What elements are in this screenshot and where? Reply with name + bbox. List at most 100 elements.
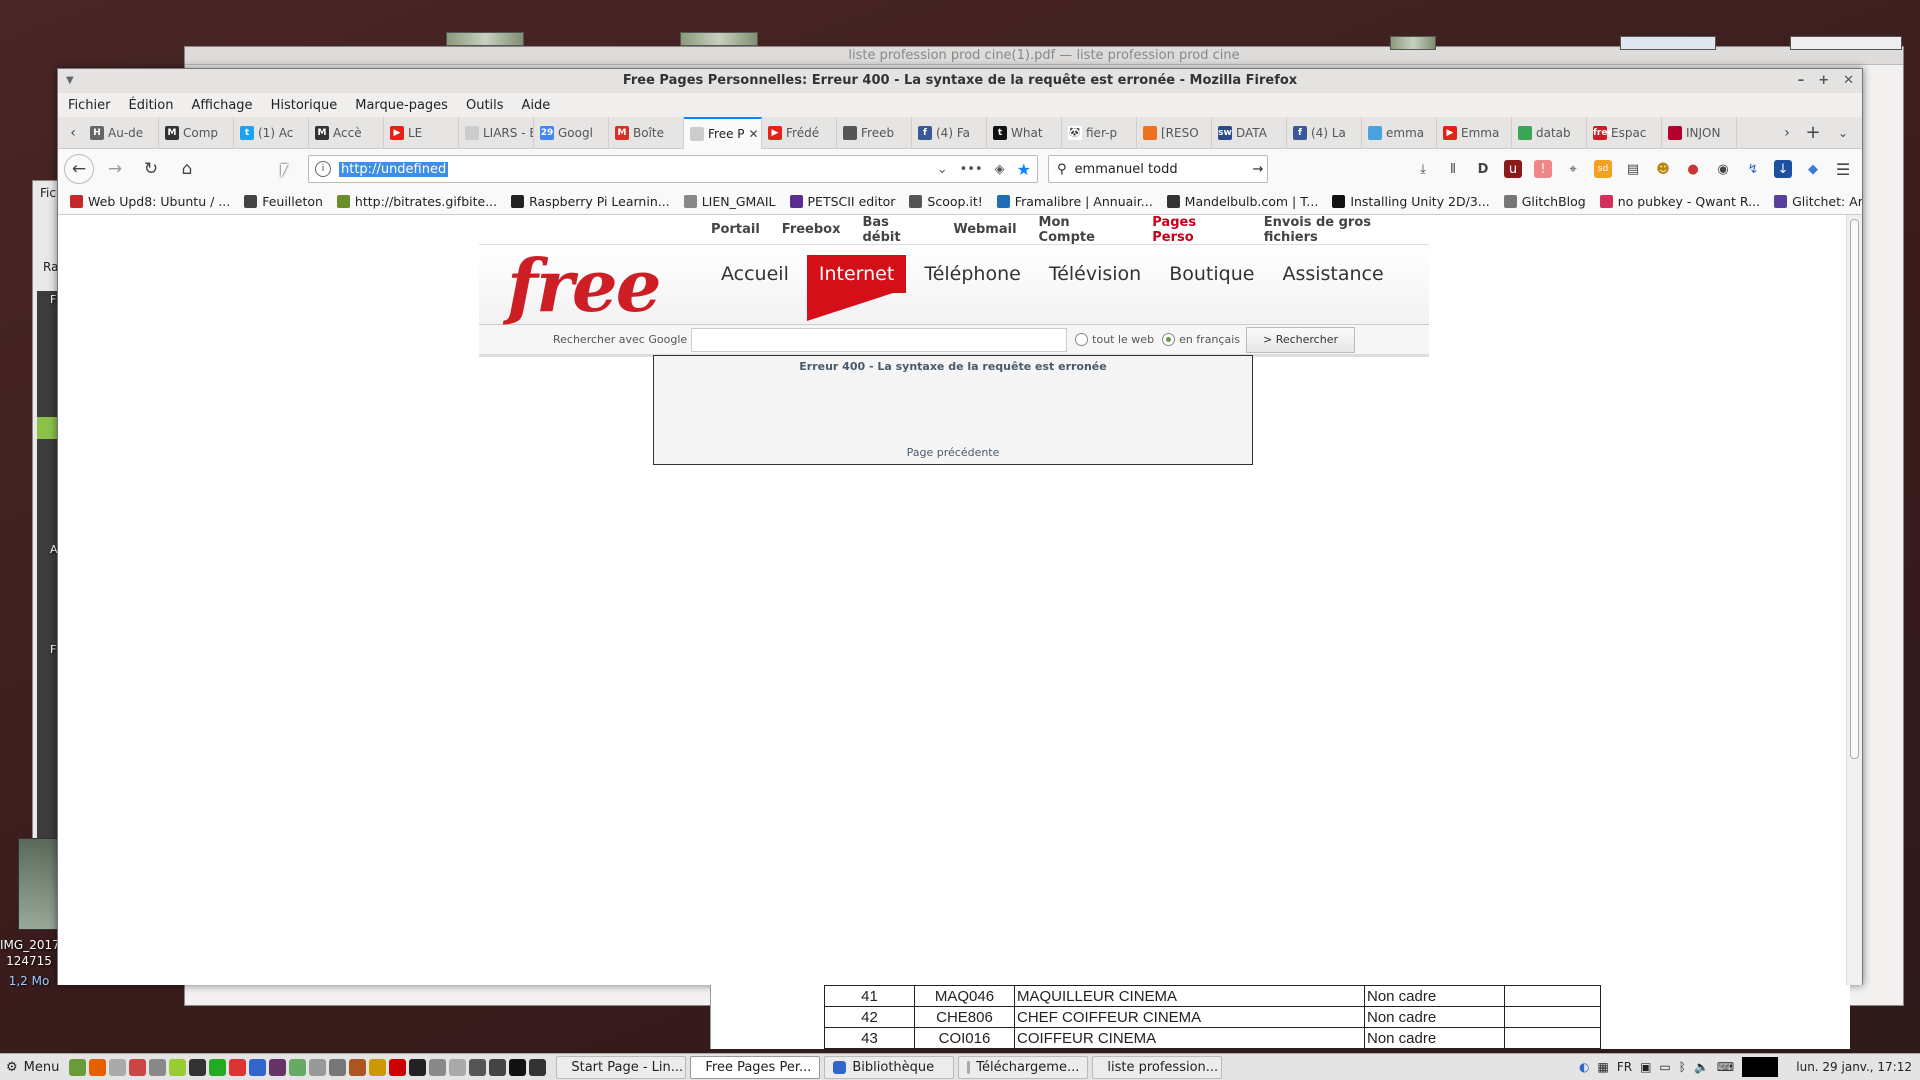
radio-french[interactable] <box>1162 333 1176 346</box>
launcher-icon[interactable] <box>329 1058 347 1076</box>
launcher-icon[interactable] <box>249 1058 267 1076</box>
bookmark-item[interactable]: http://bitrates.gifbite... <box>336 194 497 209</box>
nav-item[interactable]: Internet <box>806 255 907 321</box>
nav-item[interactable]: Télévision <box>1039 255 1151 293</box>
tab[interactable]: H Au-de <box>84 116 159 149</box>
pocket-icon[interactable]: ◈ <box>995 162 1005 177</box>
bookmark-item[interactable]: PETSCII editor <box>789 194 895 209</box>
top-link[interactable]: Envois de gros fichiers <box>1264 215 1429 245</box>
tab[interactable]: ▶ Emma <box>1437 116 1512 149</box>
extension-search-icon[interactable]: ◉ <box>1714 160 1732 178</box>
extension-save-icon[interactable]: ↓ <box>1774 160 1792 178</box>
tab[interactable]: M Boîte <box>609 116 684 149</box>
extension-color-icon[interactable]: ● <box>1684 160 1702 178</box>
forward-button[interactable]: → <box>100 154 130 184</box>
download-icon[interactable]: ⤓ <box>1414 160 1432 178</box>
top-link[interactable]: Mon Compte <box>1039 215 1131 245</box>
launcher-icon[interactable] <box>369 1058 387 1076</box>
bookmark-item[interactable]: Installing Unity 2D/3... <box>1332 194 1490 209</box>
nav-item[interactable]: Boutique <box>1159 255 1264 293</box>
close-icon[interactable]: ✕ <box>1843 69 1854 93</box>
launcher-icon[interactable] <box>529 1058 547 1076</box>
taskbar-task[interactable]: Bibliothèque <box>824 1055 955 1079</box>
taskbar-task[interactable]: Free Pages Per... <box>690 1055 821 1079</box>
clock[interactable]: lun. 29 janv., 17:12 <box>1796 1060 1912 1074</box>
bluetooth-icon[interactable]: ᛒ <box>1679 1060 1686 1074</box>
launcher-icon[interactable] <box>429 1058 447 1076</box>
menu-outils[interactable]: Outils <box>466 98 504 113</box>
scrollbar-thumb[interactable] <box>1850 219 1859 759</box>
back-button[interactable]: ← <box>64 154 94 184</box>
extension-red-icon[interactable]: ! <box>1534 160 1552 178</box>
tab[interactable]: 🐼 fier-p <box>1062 116 1137 149</box>
url-bar[interactable]: i http://undefined ⌄ ••• ◈ ★ <box>308 155 1038 183</box>
hamburger-menu-icon[interactable]: ☰ <box>1834 160 1852 179</box>
launcher-icon[interactable] <box>309 1058 327 1076</box>
library-icon[interactable]: ⫴ <box>1444 160 1462 178</box>
menu-fichier[interactable]: Fichier <box>68 98 111 113</box>
launcher-icon[interactable] <box>69 1058 87 1076</box>
new-tab-icon[interactable]: + <box>1798 122 1828 143</box>
menu-aide[interactable]: Aide <box>522 98 551 113</box>
menu-marque-pages[interactable]: Marque-pages <box>355 98 448 113</box>
bookmark-item[interactable]: Scoop.it! <box>909 194 983 209</box>
top-link[interactable]: Freebox <box>782 222 841 237</box>
maximize-icon[interactable]: + <box>1818 69 1829 93</box>
tab[interactable]: free Espac <box>1587 116 1662 149</box>
tab[interactable]: M Accè <box>309 116 384 149</box>
bookmark-item[interactable]: LIEN_GMAIL <box>683 194 776 209</box>
taskbar-task[interactable]: Téléchargeme... <box>958 1055 1089 1079</box>
launcher-icon[interactable] <box>89 1058 107 1076</box>
top-link[interactable]: Portail <box>711 222 760 237</box>
menu-affichage[interactable]: Affichage <box>191 98 252 113</box>
launcher-icon[interactable] <box>209 1058 227 1076</box>
bookmark-item[interactable]: Raspberry Pi Learnin... <box>511 194 670 209</box>
tab[interactable]: f (4) La <box>1287 116 1362 149</box>
launcher-icon[interactable] <box>449 1058 467 1076</box>
tab[interactable]: ▶ LE <box>384 116 459 149</box>
launcher-icon[interactable] <box>229 1058 247 1076</box>
search-go-icon[interactable]: → <box>1253 162 1264 177</box>
nav-item[interactable]: Assistance <box>1272 255 1393 293</box>
shield-icon[interactable]: ◐ <box>1579 1060 1589 1074</box>
start-menu-button[interactable]: ⚙ Menu <box>0 1060 69 1075</box>
top-link[interactable]: Pages Perso <box>1152 215 1241 245</box>
network-icon[interactable]: ▦ <box>1597 1060 1608 1074</box>
nav-item[interactable]: Téléphone <box>914 255 1031 293</box>
tab[interactable]: M Comp <box>159 116 234 149</box>
crosshair-icon[interactable]: ⌖ <box>1564 160 1582 178</box>
battery-icon[interactable]: ▭ <box>1659 1060 1670 1074</box>
tab[interactable]: INJON <box>1662 116 1737 149</box>
bookmark-item[interactable]: Web Upd8: Ubuntu / ... <box>70 194 230 209</box>
bookmark-item[interactable]: Mandelbulb.com | T... <box>1166 194 1318 209</box>
desktop-icon-image[interactable] <box>18 838 58 930</box>
launcher-icon[interactable] <box>189 1058 207 1076</box>
url-text[interactable]: http://undefined <box>339 161 449 177</box>
site-info-icon[interactable]: i <box>315 161 331 177</box>
launcher-icon[interactable] <box>349 1058 367 1076</box>
reload-button[interactable]: ↻ <box>136 154 166 184</box>
top-link[interactable]: Webmail <box>953 222 1016 237</box>
launcher-icon[interactable] <box>489 1058 507 1076</box>
window-titlebar[interactable]: ▼ Free Pages Personnelles: Erreur 400 - … <box>58 69 1862 93</box>
url-dropdown-icon[interactable]: ⌄ <box>937 162 948 177</box>
extension-diamond-icon[interactable]: ◆ <box>1804 160 1822 178</box>
nav-item[interactable]: Accueil <box>711 255 799 293</box>
home-button[interactable]: ⌂ <box>172 154 202 184</box>
bookmark-item[interactable]: Glitchet: Art Resources <box>1774 194 1862 209</box>
launcher-icon[interactable] <box>469 1058 487 1076</box>
tab[interactable]: Free P ✕ <box>684 116 762 149</box>
previous-page-link[interactable]: Page précédente <box>654 446 1252 459</box>
tab[interactable]: LIARS - Ea <box>459 116 534 149</box>
page-actions-icon[interactable]: ••• <box>960 162 983 177</box>
vertical-scrollbar[interactable] <box>1846 215 1862 985</box>
google-search-input[interactable] <box>691 327 1068 352</box>
extension-link-icon[interactable]: ↯ <box>1744 160 1762 178</box>
tab[interactable]: t What <box>987 116 1062 149</box>
launcher-icon[interactable] <box>389 1058 407 1076</box>
bookmark-item[interactable]: no pubkey - Qwant R... <box>1599 194 1760 209</box>
tab[interactable]: t (1) Ac <box>234 116 309 149</box>
taskbar-task[interactable]: Start Page - Lin... <box>556 1055 687 1079</box>
minimize-icon[interactable]: – <box>1798 69 1805 93</box>
tab-list-chevron-icon[interactable]: ⌄ <box>1828 126 1858 140</box>
